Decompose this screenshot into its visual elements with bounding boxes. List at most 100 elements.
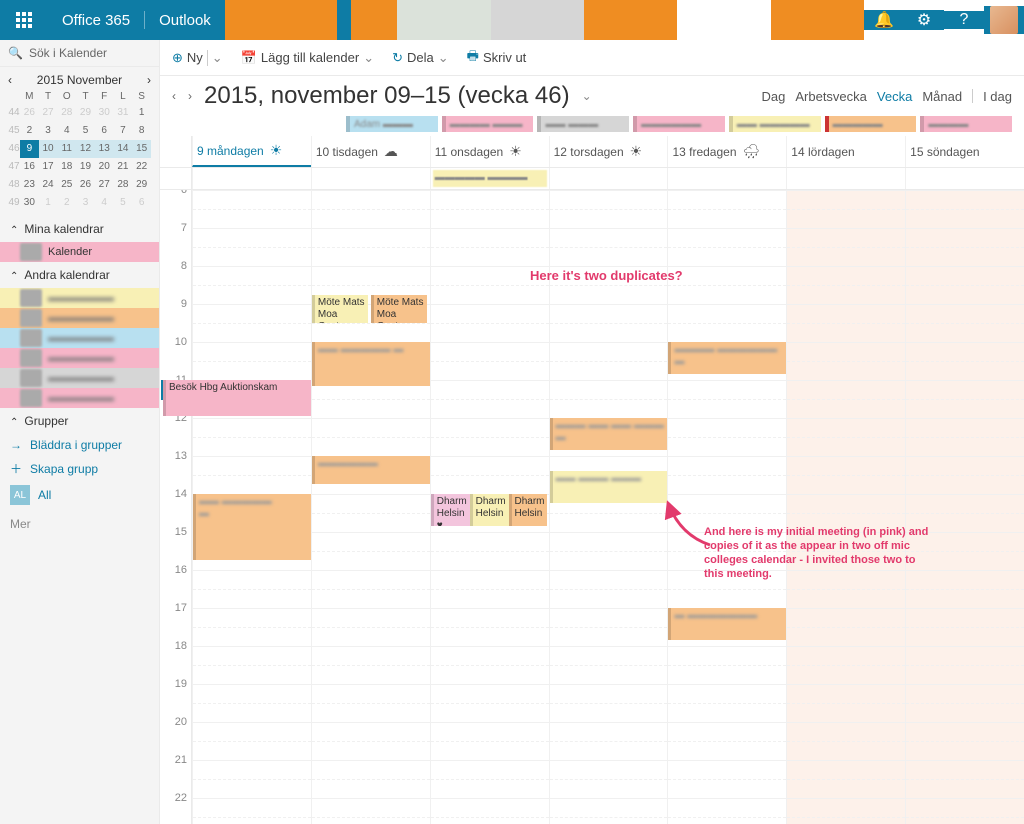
calendar-event[interactable]: ▬▬▬▬▬▬ [312, 456, 430, 484]
mini-day[interactable]: 30 [95, 104, 114, 122]
mini-day[interactable]: 6 [95, 122, 114, 140]
mini-day[interactable]: 6 [132, 194, 151, 212]
mini-day[interactable]: 3 [39, 122, 58, 140]
mini-day[interactable]: 17 [39, 158, 58, 176]
app-launcher-button[interactable] [0, 0, 48, 40]
mini-day[interactable]: 30 [20, 194, 39, 212]
calendar-item[interactable]: ▬▬▬▬▬▬ [0, 328, 159, 348]
mini-day[interactable]: 12 [76, 140, 95, 158]
calendar-item[interactable]: ▬▬▬▬▬▬ [0, 288, 159, 308]
calendar-event[interactable]: DharmHelsin [470, 494, 509, 526]
chevron-down-icon[interactable]: ⌄ [582, 89, 592, 103]
mini-day[interactable]: 28 [114, 176, 133, 194]
calendar-event[interactable]: ▬▬ ▬▬▬ ▬▬▬ [550, 471, 668, 503]
calendar-chip[interactable]: ▬▬ ▬▬▬ [537, 116, 629, 132]
print-button[interactable]: 🖶Skriv ut [467, 47, 527, 69]
other-calendars-toggle[interactable]: Andra kalendrar [0, 262, 159, 288]
mini-day[interactable]: 15 [132, 140, 151, 158]
calendar-event[interactable]: Besök Hbg Auktionskam [163, 380, 311, 416]
mini-day[interactable]: 4 [57, 122, 76, 140]
calendar-item[interactable]: ▬▬▬▬▬▬ [0, 348, 159, 368]
mini-day[interactable]: 8 [132, 122, 151, 140]
day-header[interactable]: 12 torsdagen☀ [549, 136, 668, 167]
day-column[interactable]: ▬▬▬ ▬▬ ▬▬ ▬▬▬▬▬▬ ▬▬▬ ▬▬▬ [549, 190, 668, 824]
mini-day[interactable]: 2 [57, 194, 76, 212]
mini-day[interactable]: 21 [114, 158, 133, 176]
mini-day[interactable]: 5 [76, 122, 95, 140]
day-column[interactable] [905, 190, 1024, 824]
groups-toggle[interactable]: Grupper [0, 408, 159, 434]
mini-day[interactable]: 16 [20, 158, 39, 176]
mini-day[interactable]: 11 [57, 140, 76, 158]
mini-day[interactable]: 1 [132, 104, 151, 122]
calendar-event[interactable]: ▬▬▬▬ ▬▬▬▬▬▬▬ [668, 342, 786, 374]
settings-button[interactable]: ⚙ [904, 10, 944, 30]
mini-day[interactable]: 1 [39, 194, 58, 212]
day-column[interactable]: DharmHelsin ♥DharmHelsinDharmHelsin [430, 190, 549, 824]
day-header[interactable]: 14 lördagen [786, 136, 905, 167]
app-label[interactable]: Outlook [159, 12, 211, 29]
calendar-event[interactable]: Möte MatsMoa Gusta [312, 295, 369, 323]
calendar-item-own[interactable]: Kalender [0, 242, 159, 262]
view-workweek[interactable]: Arbetsvecka [795, 89, 867, 104]
day-header[interactable]: 15 söndagen [905, 136, 1024, 167]
mini-day[interactable]: 27 [39, 104, 58, 122]
day-column[interactable]: 11:00Besök Hbg Auktionskam▬▬ ▬▬▬▬▬▬ [192, 190, 311, 824]
day-header[interactable]: 10 tisdagen☁ [311, 136, 430, 167]
next-week-button[interactable]: › [188, 89, 192, 103]
calendar-event[interactable]: ▬ ▬▬▬▬▬▬▬ [668, 608, 786, 640]
mini-day[interactable]: 10 [39, 140, 58, 158]
mini-day[interactable]: 18 [57, 158, 76, 176]
help-button[interactable]: ? [944, 11, 984, 29]
mini-day[interactable]: 23 [20, 176, 39, 194]
day-header[interactable]: 9 måndagen☀ [192, 136, 311, 167]
mini-day[interactable]: 20 [95, 158, 114, 176]
mini-day[interactable]: 29 [76, 104, 95, 122]
view-month[interactable]: Månad [922, 89, 962, 104]
account-button[interactable] [984, 6, 1024, 34]
mini-day[interactable]: 27 [95, 176, 114, 194]
today-button[interactable]: I dag [983, 89, 1012, 104]
my-calendars-toggle[interactable]: Mina kalendrar [0, 216, 159, 242]
calendar-chip[interactable]: ▬▬▬▬ ▬▬▬ [442, 116, 534, 132]
share-button[interactable]: ↻Dela⌄ [392, 50, 449, 66]
o365-label[interactable]: Office 365 [62, 12, 130, 29]
calendar-chip[interactable]: Adam ▬▬▬ [346, 116, 438, 132]
mini-title[interactable]: 2015 November [37, 73, 122, 87]
calendar-event[interactable]: ▬▬ ▬▬▬▬▬▬ [193, 494, 311, 560]
notifications-button[interactable]: 🔔 [864, 10, 904, 30]
mini-day[interactable]: 25 [57, 176, 76, 194]
mini-day[interactable]: 7 [114, 122, 133, 140]
calendar-chip[interactable]: ▬▬▬▬▬ [825, 116, 917, 132]
mini-day[interactable]: 14 [114, 140, 133, 158]
mini-day[interactable]: 2 [20, 122, 39, 140]
mini-day[interactable]: 19 [76, 158, 95, 176]
calendar-item[interactable]: ▬▬▬▬▬▬ [0, 368, 159, 388]
prev-week-button[interactable]: ‹ [172, 89, 176, 103]
calendar-event[interactable]: ▬▬ ▬▬▬▬▬ ▬ [312, 342, 430, 386]
date-range-title[interactable]: 2015, november 09–15 (vecka 46) [204, 82, 570, 110]
mini-day[interactable]: 4 [95, 194, 114, 212]
browse-groups-link[interactable]: →Bläddra i grupper [0, 434, 159, 456]
create-group-link[interactable]: ＋Skapa grupp [0, 456, 159, 481]
view-week[interactable]: Vecka [877, 89, 912, 104]
mini-day[interactable]: 5 [114, 194, 133, 212]
day-column[interactable] [786, 190, 905, 824]
mini-day[interactable]: 9 [20, 140, 39, 158]
mini-day[interactable]: 26 [20, 104, 39, 122]
mini-day[interactable]: 13 [95, 140, 114, 158]
more-link[interactable]: Mer [0, 509, 159, 535]
calendar-chip[interactable]: ▬▬ ▬▬▬▬▬ [729, 116, 821, 132]
add-calendar-button[interactable]: 📅Lägg till kalender⌄ [241, 50, 374, 66]
mini-day[interactable]: 31 [114, 104, 133, 122]
time-grid[interactable]: 678910111213141516171819202122 11:00Besö… [160, 190, 1024, 824]
calendar-event[interactable]: Möte MatsMoa Gusta [371, 295, 428, 323]
day-column[interactable]: Möte MatsMoa GustaMöte MatsMoa Gusta ▬▬ ▬… [311, 190, 430, 824]
calendar-chip[interactable]: ▬▬▬▬ [920, 116, 1012, 132]
allday-event[interactable]: ▬▬▬▬▬ ▬▬▬▬ ▬▬▬ [433, 170, 547, 187]
calendar-search[interactable]: 🔍 Sök i Kalender [0, 40, 159, 67]
all-group-item[interactable]: ALAll [0, 481, 159, 509]
mini-day[interactable]: 28 [57, 104, 76, 122]
calendar-item[interactable]: ▬▬▬▬▬▬ [0, 388, 159, 408]
calendar-event[interactable]: DharmHelsin ♥ [431, 494, 470, 526]
